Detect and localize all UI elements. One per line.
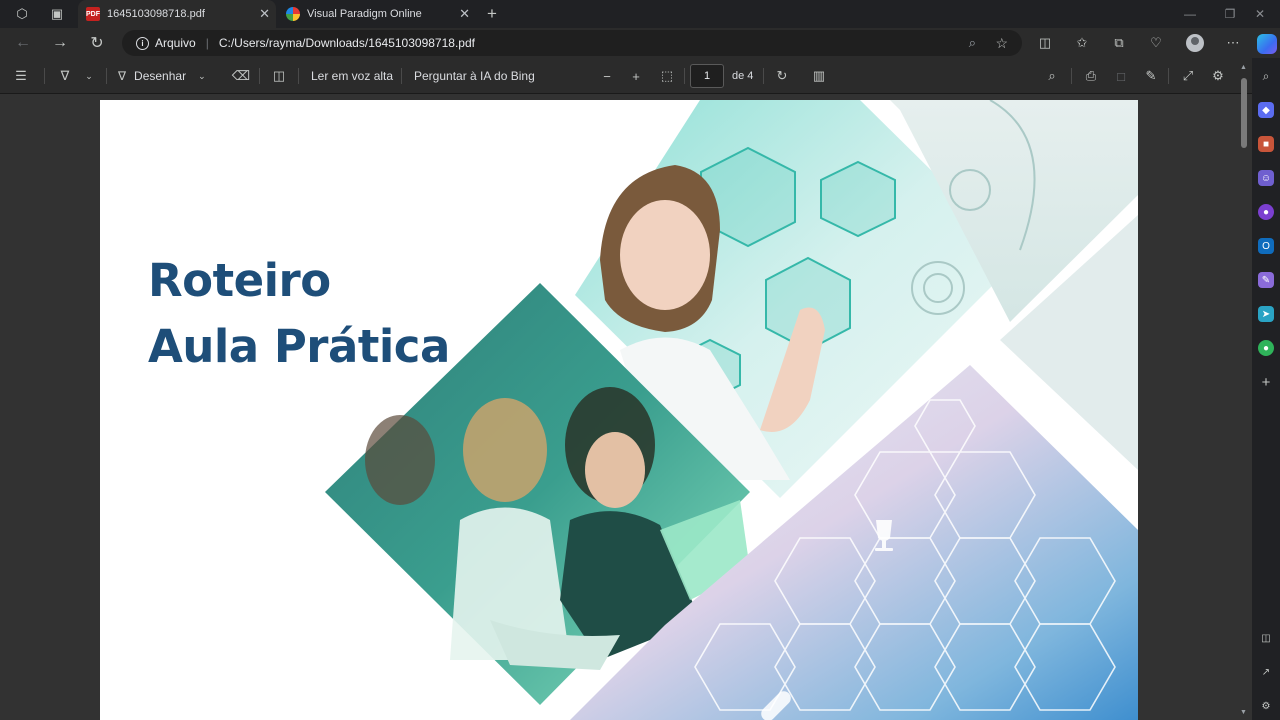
search-icon[interactable]: ⌕ <box>1041 66 1063 86</box>
forward-icon[interactable]: → <box>47 32 73 54</box>
highlight-icon[interactable]: ∇ <box>54 66 76 86</box>
divider <box>401 68 402 84</box>
url-field[interactable]: i Arquivo | C:/Users/rayma/Downloads/164… <box>122 30 1022 56</box>
divider: | <box>205 36 209 50</box>
scrollbar[interactable]: ▲ ▼ <box>1238 64 1250 720</box>
workspaces-icon[interactable]: ⬡ <box>10 4 34 24</box>
copilot-sidebar-icon[interactable]: ● <box>1258 204 1274 220</box>
tab-title: 1645103098718.pdf <box>107 8 205 20</box>
search-icon[interactable]: ⌕ <box>1258 68 1274 84</box>
fit-page-icon[interactable]: ⬚ <box>656 66 678 86</box>
page-number-input[interactable]: 1 <box>690 64 724 88</box>
fullscreen-icon[interactable]: ⤢ <box>1177 66 1199 86</box>
document-title-line1: Roteiro <box>148 254 331 307</box>
read-aloud-button[interactable]: Ler em voz alta <box>311 66 393 86</box>
drop-icon[interactable]: ● <box>1258 340 1274 356</box>
add-text-icon[interactable]: ◫ <box>268 66 290 86</box>
scrollbar-thumb[interactable] <box>1241 78 1247 148</box>
favorite-star-icon[interactable]: ☆ <box>995 35 1008 52</box>
divider <box>259 68 260 84</box>
tab-actions-icon[interactable]: ▣ <box>45 4 69 24</box>
divider <box>106 68 107 84</box>
document-title-line2: Aula Prática <box>148 320 450 373</box>
browser-essentials-icon[interactable]: ♡ <box>1145 33 1167 53</box>
back-icon[interactable]: ← <box>10 32 36 54</box>
designer-icon[interactable]: ✎ <box>1258 272 1274 288</box>
contents-icon[interactable]: ☰ <box>10 66 32 86</box>
zoom-icon[interactable]: ⌕ <box>969 35 976 51</box>
cover-artwork <box>325 100 1138 720</box>
telegram-icon[interactable]: ➤ <box>1258 306 1274 322</box>
save-icon[interactable]: □ <box>1110 66 1132 86</box>
divider <box>1071 68 1072 84</box>
pen-icon: ∇ <box>118 69 127 83</box>
close-icon[interactable]: ✕ <box>459 6 470 22</box>
copilot-icon[interactable] <box>1257 34 1277 54</box>
url-text[interactable]: C:/Users/rayma/Downloads/1645103098718.p… <box>219 36 475 50</box>
open-external-icon[interactable]: ↗ <box>1258 664 1274 680</box>
divider <box>44 68 45 84</box>
pdf-toolbar: ☰ ∇ ⌄ ∇ Desenhar ⌄ ⌫ ◫ Ler em voz alta P… <box>0 58 1252 94</box>
tab-visual-paradigm[interactable]: Visual Paradigm Online ✕ <box>278 0 476 28</box>
reload-icon[interactable]: ↻ <box>84 32 110 54</box>
info-icon[interactable]: i <box>136 36 149 50</box>
pdf-page: Roteiro Aula Prática <box>100 100 1138 720</box>
people-icon[interactable]: ☺ <box>1258 170 1274 186</box>
favorites-icon[interactable]: ✩ <box>1071 33 1093 53</box>
sidebar-settings-icon[interactable]: ⚙ <box>1258 698 1274 714</box>
scheme-label: Arquivo <box>155 36 196 50</box>
divider <box>298 68 299 84</box>
page-view-icon[interactable]: ▥ <box>808 66 830 86</box>
scroll-down-icon[interactable]: ▼ <box>1240 709 1247 716</box>
zoom-out-icon[interactable]: − <box>596 66 618 86</box>
zoom-in-icon[interactable]: + <box>625 66 647 86</box>
edge-sidebar: ⌕ ◆ ■ ☺ ● O ✎ ➤ ● + ◫ ↗ ⚙ <box>1252 58 1280 720</box>
visual-paradigm-icon <box>286 7 300 21</box>
chevron-down-icon[interactable]: ⌄ <box>78 66 100 86</box>
new-tab-icon[interactable]: + <box>480 4 504 24</box>
close-icon[interactable]: ✕ <box>259 6 270 22</box>
tab-title: Visual Paradigm Online <box>307 8 422 20</box>
ask-ai-button[interactable]: Perguntar à IA do Bing <box>414 66 535 86</box>
save-as-icon[interactable]: ✎ <box>1140 66 1162 86</box>
page-total-label: de 4 <box>732 70 754 82</box>
minimize-icon[interactable]: — <box>1170 0 1210 28</box>
print-icon[interactable]: ⎙ <box>1080 66 1102 86</box>
more-menu-icon[interactable]: ⋯ <box>1222 33 1244 53</box>
pdf-icon: PDF <box>86 7 100 21</box>
collections-icon[interactable]: ⧉ <box>1108 33 1130 53</box>
add-app-icon[interactable]: + <box>1258 374 1274 391</box>
tools-icon[interactable]: ■ <box>1258 136 1274 152</box>
outlook-icon[interactable]: O <box>1258 238 1274 254</box>
profile-avatar[interactable] <box>1186 34 1204 52</box>
rotate-icon[interactable]: ↻ <box>771 66 793 86</box>
chevron-down-icon[interactable]: ⌄ <box>198 71 206 82</box>
address-bar: ← → ↻ i Arquivo | C:/Users/rayma/Downloa… <box>0 28 1280 58</box>
divider <box>763 68 764 84</box>
tab-bar: ⬡ ▣ PDF 1645103098718.pdf ✕ Visual Parad… <box>0 0 1280 28</box>
draw-label: Desenhar <box>134 69 187 83</box>
scroll-up-icon[interactable]: ▲ <box>1240 64 1247 71</box>
split-screen-icon[interactable]: ◫ <box>1034 33 1056 53</box>
eraser-icon[interactable]: ⌫ <box>230 66 252 86</box>
close-window-icon[interactable]: ✕ <box>1240 0 1280 28</box>
tab-pdf[interactable]: PDF 1645103098718.pdf ✕ <box>78 0 276 28</box>
tag-icon[interactable]: ◆ <box>1258 102 1274 118</box>
hide-sidebar-icon[interactable]: ◫ <box>1258 630 1274 646</box>
divider <box>684 68 685 84</box>
draw-button[interactable]: ∇ Desenhar ⌄ <box>118 66 206 86</box>
divider <box>1168 68 1169 84</box>
settings-gear-icon[interactable]: ⚙ <box>1207 66 1229 86</box>
